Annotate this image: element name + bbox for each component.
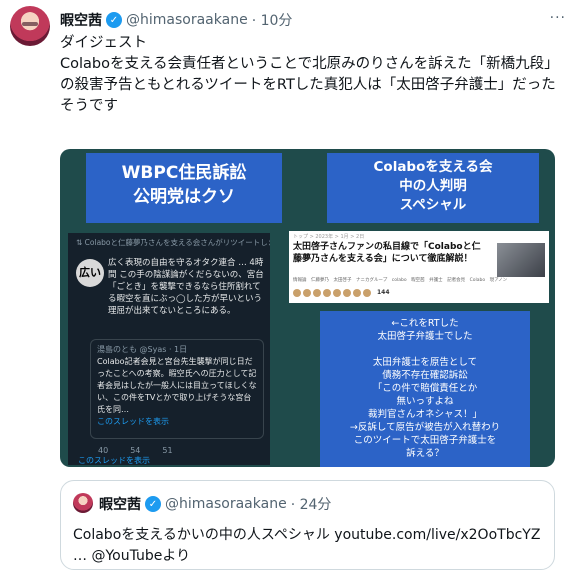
embedded-quote-link: このスレッドを表示 bbox=[97, 417, 169, 426]
quoted-handle: @himasoraakane bbox=[165, 496, 287, 512]
quoted-line: Colaboを支えるかいの中の人スペシャル youtube.com/live/x… bbox=[73, 527, 541, 543]
tweet-line: の殺害予告ともとれるツイートをRTした真犯人は「太田啓子弁護士」だった bbox=[60, 77, 556, 93]
verified-badge-icon: ✓ bbox=[106, 12, 122, 28]
note-line: 債務不存在確認訴訟 bbox=[382, 370, 468, 381]
right-title-line: Colaboを支える会 bbox=[373, 159, 493, 175]
note-line: 訴える？ bbox=[406, 448, 444, 459]
quoted-timestamp: · 24分 bbox=[290, 497, 332, 513]
retweet-line: ⇅ Colaboと仁藤夢乃さんを支える会さんがリツイートしました bbox=[76, 238, 270, 247]
embedded-quote-header: 湯島のとも @Syas · 1日 bbox=[97, 345, 188, 354]
right-title-line: スペシャル bbox=[399, 197, 467, 213]
tweet-line: そうです bbox=[60, 98, 118, 114]
note-line: 太田啓子弁護士でした bbox=[377, 331, 473, 342]
quoted-line: … @YouTubeより bbox=[73, 548, 191, 564]
rt-thread-link: このスレッドを表示 bbox=[78, 456, 150, 465]
article-screenshot: トップ > 2023年 > 1月 > 2日 太田啓子さんファンの私目線で「Col… bbox=[289, 231, 549, 303]
timestamp[interactable]: · 10分 bbox=[252, 10, 293, 30]
left-title-line: WBPC住民訴訟 bbox=[121, 163, 247, 183]
right-title-line: 中の人判明 bbox=[399, 178, 467, 194]
retweet-screenshot: ⇅ Colaboと仁藤夢乃さんを支える会さんがリツイートしました 広い 広く表現… bbox=[68, 233, 270, 465]
quoted-tweet[interactable]: 暇空茜 ✓ @himasoraakane · 24分 Colaboを支えるかいの… bbox=[60, 480, 555, 570]
article-title: 太田啓子さんファンの私目線で「Colaboと仁藤夢乃さんを支える会」について徹底… bbox=[293, 242, 481, 264]
avatar[interactable] bbox=[10, 6, 50, 46]
tweet-image[interactable]: WBPC住民訴訟 公明党はクソ Colaboを支える会 中の人判明 スペシャル … bbox=[60, 149, 555, 467]
rt-text: 広く表現の自由を守るオタク連合 … 4時間 この手の陰謀論がくだらないの、宮台「… bbox=[108, 258, 264, 316]
note-line: 太田弁護士を原告として bbox=[372, 357, 478, 368]
quoted-text: Colaboを支えるかいの中の人スペシャル youtube.com/live/x… bbox=[73, 525, 548, 567]
quoted-header: 暇空茜 ✓ @himasoraakane · 24分 bbox=[99, 494, 331, 514]
article-thumbnail bbox=[497, 243, 545, 277]
embedded-quote-text: Colabo記者会見と宮台先生襲撃が同じ日だったことへの考察。暇空氏への圧力とし… bbox=[97, 357, 257, 414]
right-title: Colaboを支える会 中の人判明 スペシャル bbox=[327, 153, 539, 223]
note-line: このツイートで太田啓子弁護士を bbox=[353, 435, 497, 446]
tweet-line: Colaboを支える会責任者ということで北原みのりさんを訴えた「新橋九段」 bbox=[60, 56, 559, 72]
left-title-line: 公明党はクソ bbox=[133, 187, 235, 207]
article-share-icons: 144 bbox=[293, 289, 390, 297]
tweet-text: ダイジェスト Colaboを支える会責任者ということで北原みのりさんを訴えた「新… bbox=[60, 33, 565, 117]
note-line: 裁判官さんオネシャス！」 bbox=[367, 409, 482, 420]
note-line bbox=[320, 343, 530, 356]
tweet-header: 暇空茜 ✓ @himasoraakane · 10分 bbox=[60, 10, 292, 30]
left-title: WBPC住民訴訟 公明党はクソ bbox=[86, 153, 282, 223]
annotation-note: ←これをRTした 太田啓子弁護士でした 太田弁護士を原告として 債務不存在確認訴… bbox=[320, 311, 530, 467]
like-count: 51 bbox=[162, 446, 173, 455]
display-name[interactable]: 暇空茜 bbox=[60, 10, 102, 30]
verified-badge-icon: ✓ bbox=[145, 496, 161, 512]
tweet-line: ダイジェスト bbox=[60, 35, 147, 51]
note-line: 無いっすよね bbox=[396, 396, 454, 407]
rt-avatar-badge: 広い bbox=[76, 259, 104, 287]
embedded-quote: 湯島のとも @Syas · 1日 Colabo記者会見と宮台先生襲撃が同じ日だっ… bbox=[90, 339, 264, 439]
handle[interactable]: @himasoraakane bbox=[126, 12, 248, 28]
note-line: →反訴して原告が被告が入れ替わり bbox=[349, 422, 501, 433]
note-line: ←これをRTした bbox=[391, 318, 459, 329]
article-breadcrumb: トップ > 2023年 > 1月 > 2日 bbox=[293, 234, 365, 240]
more-options-icon[interactable]: ··· bbox=[550, 10, 566, 26]
note-line: 「この件で賠償責任とか bbox=[372, 383, 478, 394]
article-tags: 情報論 仁藤夢乃 太田啓子 ナニカグループ colabo 暇空茜 弁護士 記者会… bbox=[293, 278, 508, 283]
quoted-display-name: 暇空茜 bbox=[99, 497, 141, 513]
article-count: 144 bbox=[377, 289, 390, 296]
quoted-avatar bbox=[73, 493, 93, 513]
